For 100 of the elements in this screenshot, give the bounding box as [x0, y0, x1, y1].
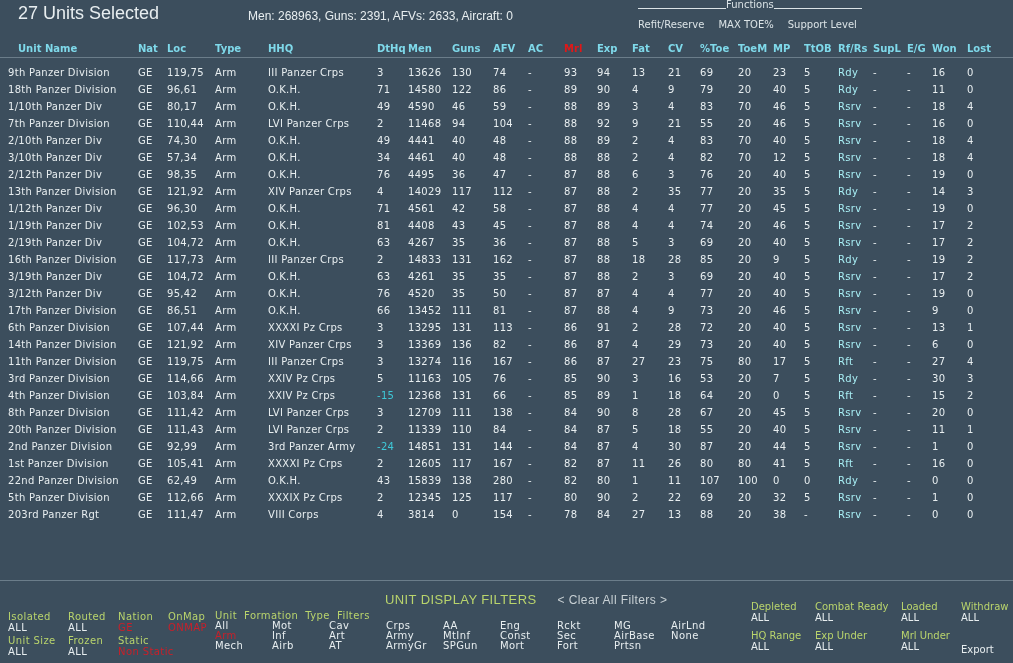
filter-value[interactable]: ALL: [68, 646, 88, 657]
column-header[interactable]: TtOB: [804, 41, 832, 56]
function-link[interactable]: Support Level: [787, 17, 857, 32]
column-header[interactable]: SupL: [873, 41, 901, 56]
clear-filters-link[interactable]: < Clear All Filters >: [557, 591, 668, 609]
table-cell[interactable]: 9th Panzer Division: [8, 65, 138, 80]
table-cell[interactable]: 1/10th Panzer Div: [8, 99, 138, 114]
filter-value[interactable]: ALL: [901, 612, 919, 623]
column-header[interactable]: Lost: [967, 41, 991, 56]
table-cell-text: Arm: [215, 202, 238, 216]
table-cell[interactable]: 2/19th Panzer Div: [8, 235, 138, 250]
table-cell[interactable]: 22nd Panzer Division: [8, 473, 138, 488]
unit-type-option[interactable]: Mort: [500, 641, 557, 651]
function-link[interactable]: MAX TOE%: [718, 17, 774, 32]
table-cell[interactable]: 20th Panzer Division: [8, 422, 138, 437]
unit-type-option[interactable]: Fort: [557, 641, 614, 651]
unit-type-option[interactable]: None: [671, 631, 728, 641]
column-header[interactable]: DtHq: [377, 41, 406, 56]
unit-type-option[interactable]: Art: [329, 631, 386, 641]
table-cell[interactable]: 6th Panzer Division: [8, 320, 138, 335]
filter-value[interactable]: ALL: [751, 641, 769, 652]
column-header[interactable]: Guns: [452, 41, 481, 56]
table-cell[interactable]: 2/12th Panzer Div: [8, 167, 138, 182]
filter-value[interactable]: ALL: [8, 622, 28, 633]
table-cell[interactable]: 16th Panzer Division: [8, 252, 138, 267]
unit-type-option[interactable]: MG: [614, 621, 671, 631]
table-cell[interactable]: 14th Panzer Division: [8, 337, 138, 352]
unit-type-option[interactable]: Eng: [500, 621, 557, 631]
column-header[interactable]: CV: [668, 41, 684, 56]
table-cell[interactable]: 3rd Panzer Division: [8, 371, 138, 386]
unit-type-option[interactable]: SPGun: [443, 641, 500, 651]
unit-type-option[interactable]: AirBase: [614, 631, 671, 641]
unit-type-option[interactable]: Const: [500, 631, 557, 641]
table-cell[interactable]: 4th Panzer Division: [8, 388, 138, 403]
table-cell[interactable]: 3/19th Panzer Div: [8, 269, 138, 284]
unit-type-option[interactable]: Sec: [557, 631, 614, 641]
table-cell[interactable]: 7th Panzer Division: [8, 116, 138, 131]
column-header[interactable]: Fat: [632, 41, 650, 56]
filter-value[interactable]: ALL: [815, 612, 833, 623]
column-header[interactable]: HHQ: [268, 41, 294, 56]
unit-type-option[interactable]: Crps: [386, 621, 443, 631]
table-cell-text: 0: [967, 287, 975, 301]
filter-value[interactable]: ALL: [815, 641, 833, 652]
column-header[interactable]: Type: [215, 41, 242, 56]
filter-value[interactable]: ALL: [901, 641, 919, 652]
filter-value[interactable]: ALL: [68, 622, 88, 633]
unit-type-option[interactable]: Mot: [272, 621, 329, 631]
table-cell[interactable]: 2/10th Panzer Div: [8, 133, 138, 148]
function-link[interactable]: Refit/Reserve: [638, 17, 705, 32]
table-cell[interactable]: 203rd Panzer Rgt: [8, 507, 138, 522]
table-cell[interactable]: 8th Panzer Division: [8, 405, 138, 420]
table-cell[interactable]: 13th Panzer Division: [8, 184, 138, 199]
window-title: 27 Units Selected: [18, 2, 161, 25]
column-header[interactable]: %Toe: [700, 41, 730, 56]
table-cell[interactable]: 18th Panzer Division: [8, 82, 138, 97]
unit-type-option[interactable]: Rckt: [557, 621, 614, 631]
table-cell-text: 90: [597, 372, 612, 386]
column-header[interactable]: Exp: [597, 41, 618, 56]
column-header[interactable]: AC: [528, 41, 544, 56]
unit-type-option[interactable]: Prtsn: [614, 641, 671, 651]
filter-value[interactable]: ALL: [751, 612, 769, 623]
unit-type-option[interactable]: AT: [329, 641, 386, 651]
column-header[interactable]: MP: [773, 41, 791, 56]
table-cell-text: 89: [597, 389, 612, 403]
filter-value[interactable]: ALL: [8, 646, 28, 657]
unit-type-option[interactable]: AA: [443, 621, 500, 631]
table-cell[interactable]: 1/12th Panzer Div: [8, 201, 138, 216]
table-cell-text: -: [528, 117, 533, 131]
table-cell-text: 87: [564, 253, 579, 267]
column-header[interactable]: ToeM: [738, 41, 768, 56]
column-header[interactable]: Men: [408, 41, 432, 56]
table-cell[interactable]: 11th Panzer Division: [8, 354, 138, 369]
column-header[interactable]: Unit Name: [8, 41, 78, 56]
table-cell[interactable]: 1/19th Panzer Div: [8, 218, 138, 233]
column-header[interactable]: Won: [932, 41, 957, 56]
table-cell-text: 69: [700, 491, 715, 505]
filter-value[interactable]: ALL: [961, 612, 979, 623]
column-header[interactable]: E/G: [907, 41, 926, 56]
column-header[interactable]: Rf/Rs: [838, 41, 868, 56]
unit-type-option[interactable]: AirLnd: [671, 621, 728, 631]
unit-type-option[interactable]: Mech: [215, 641, 272, 651]
unit-type-option[interactable]: MtInf: [443, 631, 500, 641]
unit-type-option[interactable]: Airb: [272, 641, 329, 651]
unit-type-option[interactable]: Cav: [329, 621, 386, 631]
table-cell-text: 3: [377, 338, 385, 352]
unit-type-option[interactable]: All: [215, 621, 272, 631]
column-header[interactable]: AFV: [493, 41, 516, 56]
column-header[interactable]: Loc: [167, 41, 187, 56]
unit-type-option[interactable]: ArmyGr: [386, 641, 443, 651]
table-cell[interactable]: 3/12th Panzer Div: [8, 286, 138, 301]
table-cell-text: GE: [138, 253, 154, 267]
table-cell[interactable]: 17th Panzer Division: [8, 303, 138, 318]
unit-type-option[interactable]: Inf: [272, 631, 329, 641]
table-cell[interactable]: 2nd Panzer Division: [8, 439, 138, 454]
table-cell[interactable]: 3/10th Panzer Div: [8, 150, 138, 165]
column-header[interactable]: Nat: [138, 41, 158, 56]
unit-type-option[interactable]: Army: [386, 631, 443, 641]
table-cell[interactable]: 1st Panzer Division: [8, 456, 138, 471]
export-button[interactable]: Export: [961, 642, 1013, 657]
table-cell[interactable]: 5th Panzer Division: [8, 490, 138, 505]
